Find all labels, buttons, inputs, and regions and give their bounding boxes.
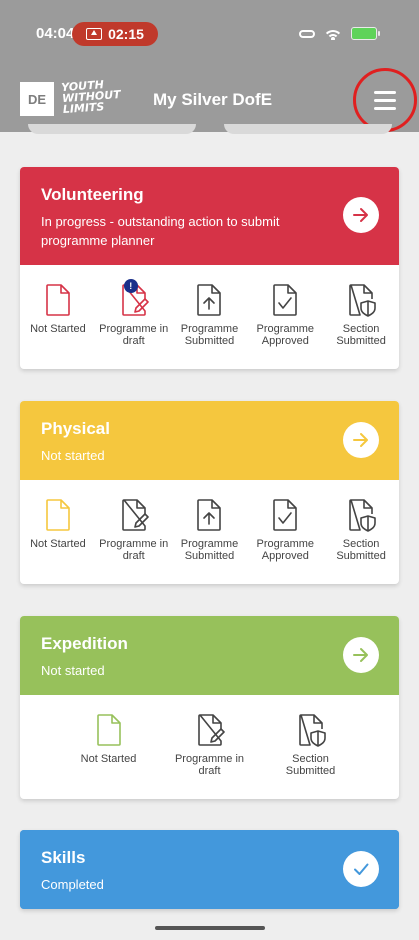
- physical-open-button[interactable]: [343, 422, 379, 458]
- expedition-steps: Not Started Programme in draft Section S…: [20, 695, 399, 777]
- arrow-right-icon: [353, 648, 368, 662]
- app-header: 04:04 02:15 DE YOUTH WITHOUT LIMITS My S…: [0, 0, 419, 132]
- screen-record-icon: [86, 28, 103, 40]
- recording-time: 02:15: [108, 26, 144, 42]
- volunteering-open-button[interactable]: [343, 197, 379, 233]
- battery-icon: [351, 27, 380, 40]
- document-shield-icon: [349, 499, 376, 532]
- physical-steps: Not Started Programme in draft Programme…: [20, 480, 399, 562]
- document-shield-icon: [298, 714, 326, 747]
- page-title: My Silver DofE: [153, 90, 273, 109]
- document-icon: [46, 499, 70, 531]
- physical-header[interactable]: Physical Not started: [20, 401, 399, 480]
- arrow-right-icon: [353, 208, 368, 222]
- logo-slogan: YOUTH WITHOUT LIMITS: [60, 78, 122, 117]
- document-upload-icon: [197, 499, 222, 531]
- document-check-icon: [273, 499, 298, 531]
- document-edit-icon: [197, 714, 225, 746]
- dofe-logo: DE: [20, 82, 54, 116]
- section-title: Physical: [41, 419, 110, 438]
- volunteering-card[interactable]: Volunteering In progress - outstanding a…: [20, 167, 399, 369]
- section-status: Not started: [41, 663, 105, 678]
- step-section-submitted: Section Submitted: [273, 713, 349, 777]
- skills-header[interactable]: Skills Completed: [20, 830, 399, 909]
- wifi-icon: [325, 28, 341, 40]
- step-programme-approved: Programme Approved: [247, 283, 323, 347]
- expedition-header[interactable]: Expedition Not started: [20, 616, 399, 695]
- step-section-submitted: Section Submitted: [323, 283, 399, 347]
- document-edit-icon: [121, 499, 149, 531]
- step-programme-in-draft: ! Programme in draft: [99, 279, 169, 347]
- step-not-started: Not Started: [71, 713, 147, 777]
- step-programme-in-draft: Programme in draft: [172, 713, 248, 777]
- arrow-right-icon: [353, 433, 368, 447]
- document-check-icon: [273, 284, 298, 316]
- link-icon: [299, 29, 315, 38]
- expedition-card[interactable]: Expedition Not started Not Started Progr…: [20, 616, 399, 799]
- step-programme-approved: Programme Approved: [247, 498, 323, 562]
- volunteering-steps: Not Started ! Programme in draft Program…: [20, 265, 399, 347]
- section-title: Expedition: [41, 634, 128, 653]
- alert-badge: !: [123, 279, 138, 293]
- step-programme-submitted: Programme Submitted: [172, 283, 248, 347]
- skills-completed-button[interactable]: [343, 851, 379, 887]
- step-section-submitted: Section Submitted: [323, 498, 399, 562]
- checkmark-icon: [354, 863, 369, 875]
- step-programme-submitted: Programme Submitted: [172, 498, 248, 562]
- step-programme-in-draft: Programme in draft: [96, 498, 172, 562]
- document-icon: [46, 284, 70, 316]
- section-status: Completed: [41, 877, 104, 892]
- section-status: In progress - outstanding action to subm…: [41, 214, 280, 248]
- section-status: Not started: [41, 448, 105, 463]
- document-upload-icon: [197, 284, 222, 316]
- section-title: Skills: [41, 848, 86, 867]
- tab-peek-right[interactable]: [224, 124, 392, 134]
- skills-card[interactable]: Skills Completed: [20, 830, 399, 909]
- expedition-open-button[interactable]: [343, 637, 379, 673]
- volunteering-header[interactable]: Volunteering In progress - outstanding a…: [20, 167, 399, 265]
- status-icons: [299, 27, 380, 40]
- physical-card[interactable]: Physical Not started Not Started Program…: [20, 401, 399, 584]
- step-not-started: Not Started: [20, 283, 96, 347]
- home-indicator[interactable]: [155, 926, 265, 930]
- document-icon: [96, 714, 121, 746]
- tab-peek-left[interactable]: [28, 124, 196, 134]
- document-shield-icon: [349, 284, 376, 317]
- section-title: Volunteering: [41, 185, 144, 204]
- hamburger-menu-button[interactable]: [353, 68, 417, 132]
- step-not-started: Not Started: [20, 498, 96, 562]
- status-time: 04:04: [36, 25, 75, 42]
- screen-recording-indicator[interactable]: 02:15: [72, 22, 158, 46]
